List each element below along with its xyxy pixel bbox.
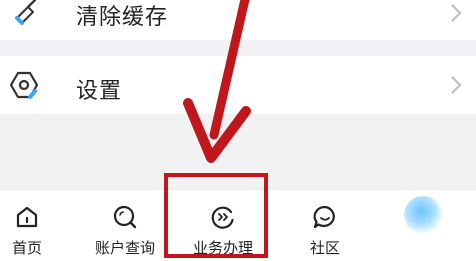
annotation-arrow-icon (183, 0, 251, 163)
